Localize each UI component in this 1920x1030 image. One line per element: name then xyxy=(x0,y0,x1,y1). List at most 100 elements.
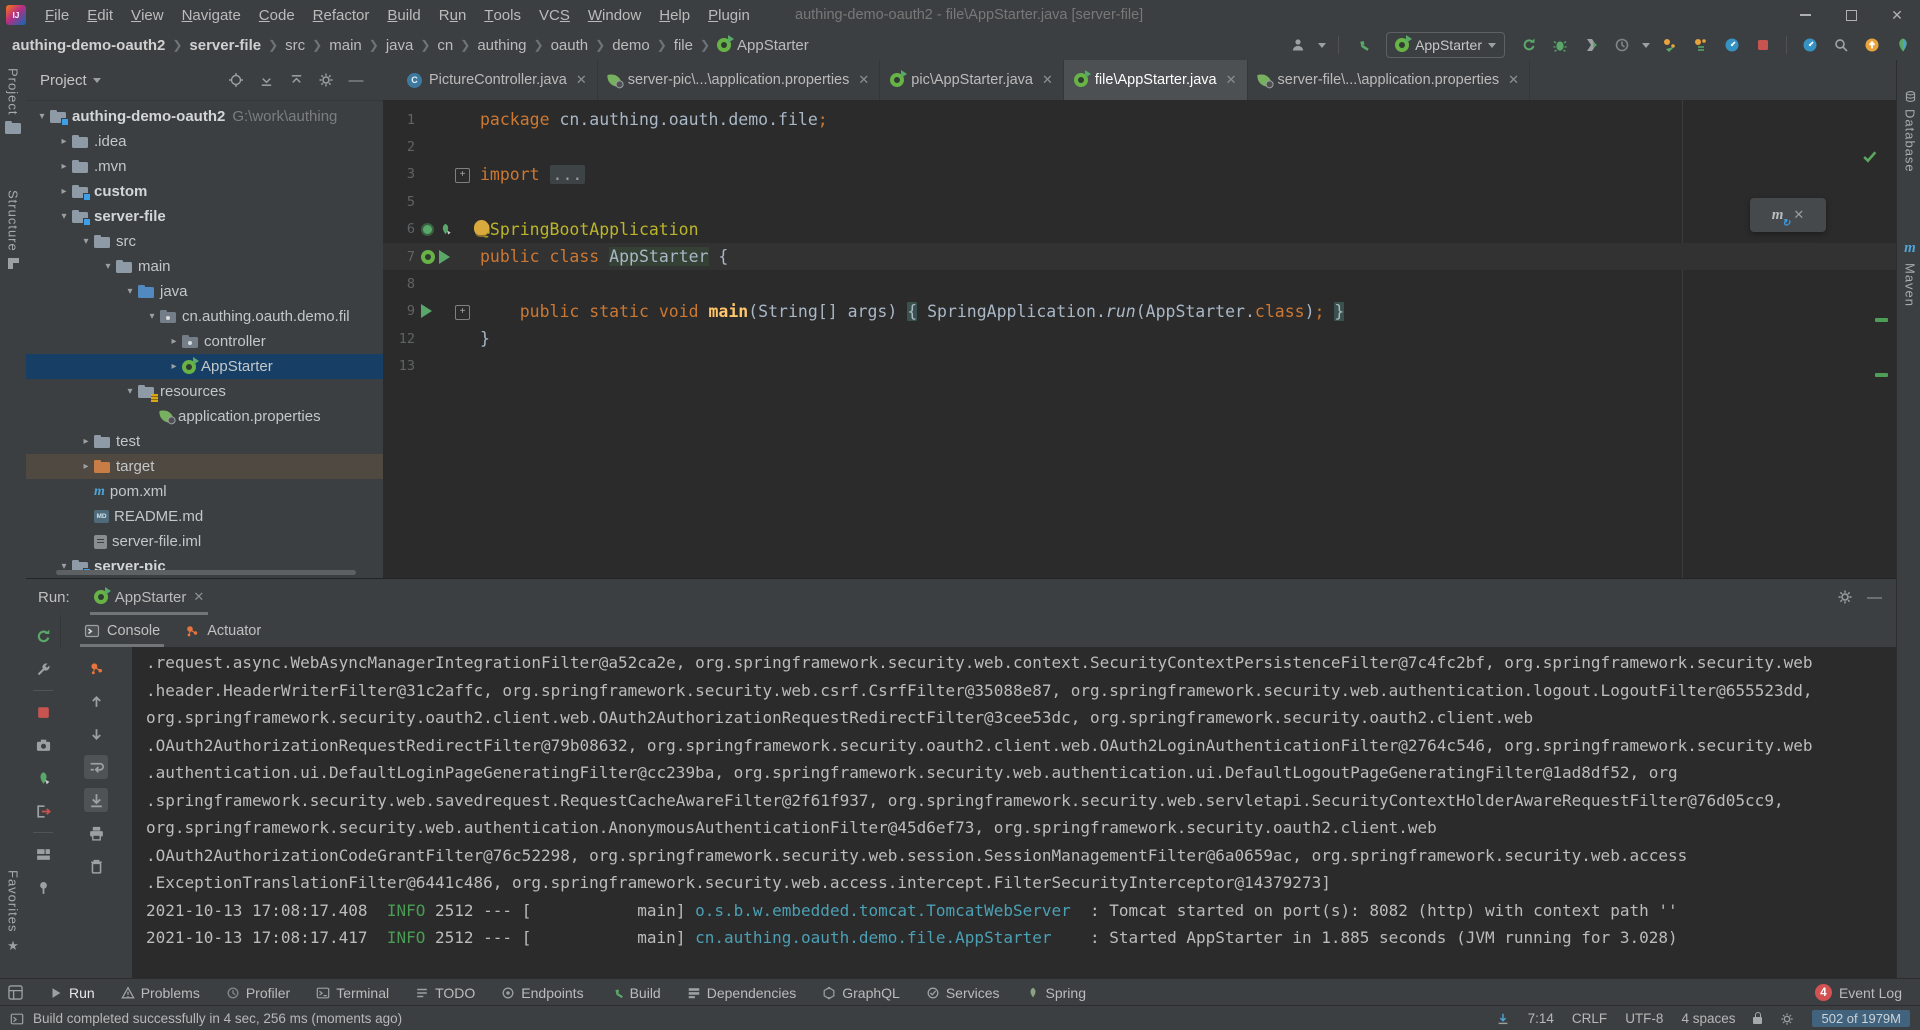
ide-update-icon[interactable] xyxy=(1861,34,1883,56)
close-tab-icon[interactable]: ✕ xyxy=(858,72,869,88)
tree-collapse-chevron[interactable]: ▾ xyxy=(34,111,50,122)
minimize-button[interactable] xyxy=(1782,0,1828,30)
breadcrumb-item-appstarter[interactable]: AppStarter xyxy=(717,37,809,54)
breadcrumb-item-demo[interactable]: demo xyxy=(612,37,650,54)
code-with-me-icon[interactable] xyxy=(1287,34,1309,56)
rerun-button[interactable] xyxy=(1518,34,1540,56)
lock-icon[interactable] xyxy=(1753,1017,1762,1024)
menu-code[interactable]: Code xyxy=(250,0,304,30)
tree-item-server-file[interactable]: ▾server-file xyxy=(26,204,383,229)
gear-icon[interactable] xyxy=(1837,589,1853,605)
close-button[interactable]: ✕ xyxy=(1874,0,1920,30)
toolwindow-button-database[interactable]: Database xyxy=(1897,90,1920,173)
search-everywhere-icon[interactable] xyxy=(1830,34,1852,56)
menu-edit[interactable]: Edit xyxy=(78,0,122,30)
breadcrumb-item-authing-demo-oauth2[interactable]: authing-demo-oauth2 xyxy=(12,37,165,54)
tree-item-pom-xml[interactable]: mpom.xml xyxy=(26,479,383,504)
tree-item-resources[interactable]: ▾resources xyxy=(26,379,383,404)
file-encoding[interactable]: UTF-8 xyxy=(1625,1011,1663,1026)
tree-item-target[interactable]: ▸target xyxy=(26,454,383,479)
indent-style[interactable]: 4 spaces xyxy=(1681,1011,1735,1026)
debug-button[interactable] xyxy=(1549,34,1571,56)
close-tab-icon[interactable]: ✕ xyxy=(576,72,587,88)
close-tab-icon[interactable]: ✕ xyxy=(1226,72,1237,88)
editor-tab-server-pic-application-properties[interactable]: server-pic\...\application.properties✕ xyxy=(598,60,881,100)
close-tab-icon[interactable]: ✕ xyxy=(1508,72,1519,88)
spring-leaf-gutter-icon[interactable] xyxy=(438,222,453,237)
dashboard-icon[interactable] xyxy=(1799,34,1821,56)
locate-file-icon[interactable] xyxy=(226,70,246,90)
tree-item-authing-demo-oauth2[interactable]: ▾authing-demo-oauth2G:\work\authing xyxy=(26,104,383,129)
menu-build[interactable]: Build xyxy=(378,0,429,30)
gear-icon[interactable] xyxy=(316,70,336,90)
scroll-to-end-icon[interactable] xyxy=(88,792,105,809)
tree-item-server-file-iml[interactable]: server-file.iml xyxy=(26,529,383,554)
code-line-2[interactable]: 2 xyxy=(383,133,1896,160)
maximize-button[interactable] xyxy=(1828,0,1874,30)
memory-indicator[interactable]: 502 of 1979M xyxy=(1812,1010,1910,1027)
tree-collapse-chevron[interactable]: ▾ xyxy=(78,236,94,247)
close-tab-icon[interactable]: ✕ xyxy=(1042,72,1053,88)
run-gutter-icon[interactable] xyxy=(421,304,432,318)
spring-reload-icon[interactable] xyxy=(35,770,52,787)
stripe-mark-green[interactable] xyxy=(1875,373,1888,377)
code-line-13[interactable]: 13 xyxy=(383,353,1896,380)
stop-button[interactable] xyxy=(1752,34,1774,56)
status-message[interactable]: Build completed successfully in 4 sec, 2… xyxy=(33,1011,402,1026)
inspections-ok-icon[interactable] xyxy=(1861,148,1878,165)
breadcrumb-item-file[interactable]: file xyxy=(674,37,693,54)
tree-item-appstarter[interactable]: ▸AppStarter xyxy=(26,354,383,379)
toolwindow-button-spring[interactable]: Spring xyxy=(1026,985,1086,1001)
menu-plugin[interactable]: Plugin xyxy=(699,0,759,30)
next-occurrence-icon[interactable] xyxy=(88,726,105,743)
toolwindow-button-maven[interactable]: m Maven xyxy=(1897,240,1920,307)
tree-collapse-chevron[interactable]: ▾ xyxy=(122,386,138,397)
fold-toggle-icon[interactable]: + xyxy=(455,168,470,183)
tree-item-cn-authing-oauth-demo-fil[interactable]: ▾cn.authing.oauth.demo.fil xyxy=(26,304,383,329)
update-classes-resources-icon[interactable] xyxy=(1690,34,1712,56)
edit-configuration-icon[interactable] xyxy=(35,661,52,678)
toolwindow-button-run[interactable]: Run xyxy=(49,985,95,1001)
toolwindow-button-todo[interactable]: TODO xyxy=(415,985,475,1001)
tree-collapse-chevron[interactable]: ▾ xyxy=(100,261,116,272)
toolwindow-button-project[interactable]: Project xyxy=(0,68,26,139)
run-configuration-combo[interactable]: AppStarter xyxy=(1386,32,1505,58)
menu-navigate[interactable]: Navigate xyxy=(173,0,250,30)
breadcrumb-item-oauth[interactable]: oauth xyxy=(551,37,589,54)
toolwindow-button-terminal[interactable]: Terminal xyxy=(316,985,389,1001)
breadcrumb-item-authing[interactable]: authing xyxy=(477,37,526,54)
print-icon[interactable] xyxy=(88,825,105,842)
toolwindow-button-favorites[interactable]: Favorites ★ xyxy=(0,870,26,954)
tree-expand-chevron[interactable]: ▸ xyxy=(78,436,94,447)
editor-tab-pic-appstarter-java[interactable]: pic\AppStarter.java✕ xyxy=(880,60,1064,100)
event-log-button[interactable]: 4 Event Log xyxy=(1815,979,1902,1006)
collapse-all-icon[interactable] xyxy=(286,70,306,90)
run-gutter-icon[interactable] xyxy=(439,250,450,264)
tree-item--idea[interactable]: ▸.idea xyxy=(26,129,383,154)
run-with-coverage-icon[interactable] xyxy=(1580,34,1602,56)
chevron-down-icon[interactable] xyxy=(1318,43,1326,48)
status-icon[interactable] xyxy=(10,1012,24,1026)
code-line-9[interactable]: 9+ public static void main(String[] args… xyxy=(383,298,1896,325)
breadcrumb-item-server-file[interactable]: server-file xyxy=(189,37,261,54)
tree-item-java[interactable]: ▾java xyxy=(26,279,383,304)
tree-collapse-chevron[interactable]: ▾ xyxy=(144,311,160,322)
menu-run[interactable]: Run xyxy=(430,0,476,30)
view-tab-actuator[interactable]: Actuator xyxy=(184,615,261,647)
toolwindow-button-build[interactable]: Build xyxy=(610,985,661,1001)
code-line-8[interactable]: 8 xyxy=(383,270,1896,297)
tree-item-readme-md[interactable]: MDREADME.md xyxy=(26,504,383,529)
prev-occurrence-icon[interactable] xyxy=(88,693,105,710)
hide-panel-icon[interactable]: — xyxy=(1867,589,1882,606)
menu-view[interactable]: View xyxy=(122,0,173,30)
toolwindow-button-services[interactable]: Services xyxy=(926,985,1000,1001)
exit-icon[interactable] xyxy=(35,803,52,820)
editor-tab-server-file-application-properties[interactable]: server-file\...\application.properties✕ xyxy=(1248,60,1531,100)
caret-position[interactable]: 7:14 xyxy=(1528,1011,1554,1026)
hide-panel-icon[interactable]: — xyxy=(346,70,366,90)
chevron-down-icon[interactable] xyxy=(1642,43,1650,48)
toolwindow-switcher-icon[interactable] xyxy=(8,985,23,1000)
fold-toggle-icon[interactable]: + xyxy=(455,305,470,320)
console-output[interactable]: .request.async.WebAsyncManagerIntegratio… xyxy=(132,647,1896,979)
spring-bean-gutter-icon[interactable] xyxy=(421,223,434,236)
